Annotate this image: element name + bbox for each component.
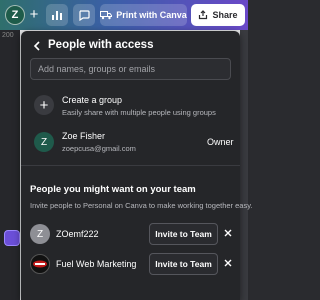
fuel-logo-avatar	[30, 254, 50, 274]
editor-right-strip	[240, 30, 248, 300]
fuel-logo-icon	[33, 260, 47, 268]
person-name: Fuel Web Marketing	[56, 259, 137, 269]
truck-icon	[100, 11, 113, 20]
add-people-input[interactable]	[30, 58, 231, 80]
owner-role-label: Owner	[207, 137, 234, 147]
suggestions-title: People you might want on your team	[30, 184, 196, 195]
invite-to-team-button[interactable]: Invite to Team	[149, 253, 218, 275]
owner-avatar: Z	[34, 132, 54, 152]
suggestions-subtitle: Invite people to Personal on Canva to ma…	[30, 201, 253, 210]
divider	[21, 165, 240, 166]
print-with-canva-button[interactable]: Print with Canva	[100, 4, 187, 26]
suggested-person-row: Fuel Web Marketing Invite to Team	[21, 253, 240, 277]
owner-row: Z Zoe Fisher zoepcusa@gmail.com Owner	[21, 130, 240, 160]
analytics-button[interactable]	[46, 4, 68, 26]
person-name: ZOemf222	[56, 229, 99, 239]
create-group-subtitle: Easily share with multiple people using …	[62, 108, 216, 117]
share-button[interactable]: Share	[191, 4, 245, 26]
create-group-title: Create a group	[62, 95, 123, 105]
owner-email: zoepcusa@gmail.com	[62, 144, 136, 153]
share-button-label: Share	[212, 10, 238, 20]
close-icon[interactable]	[223, 228, 233, 238]
close-icon[interactable]	[223, 258, 233, 268]
top-toolbar: Z + Print with Canva Share	[0, 0, 248, 30]
suggested-person-row: Z ZOemf222 Invite to Team	[21, 223, 240, 247]
assistant-icon[interactable]	[4, 230, 20, 246]
person-avatar: Z	[30, 224, 50, 244]
owner-name: Zoe Fisher	[62, 131, 106, 141]
people-with-access-panel: People with access + Create a group Easi…	[21, 31, 253, 300]
add-group-icon: +	[34, 95, 54, 115]
panel-header: People with access	[21, 37, 240, 55]
comment-icon	[79, 10, 90, 21]
plus-icon[interactable]: +	[27, 7, 41, 22]
comment-button[interactable]	[73, 4, 95, 26]
ruler-number: 200	[2, 32, 14, 39]
back-arrow-icon[interactable]	[32, 40, 42, 52]
create-group-row[interactable]: + Create a group Easily share with multi…	[21, 93, 240, 123]
invite-to-team-button[interactable]: Invite to Team	[149, 223, 218, 245]
panel-title: People with access	[48, 39, 154, 51]
print-button-label: Print with Canva	[116, 10, 187, 20]
share-icon	[199, 10, 208, 20]
user-avatar[interactable]: Z	[5, 5, 25, 25]
editor-left-strip	[0, 30, 20, 300]
bar-chart-icon	[52, 11, 62, 20]
